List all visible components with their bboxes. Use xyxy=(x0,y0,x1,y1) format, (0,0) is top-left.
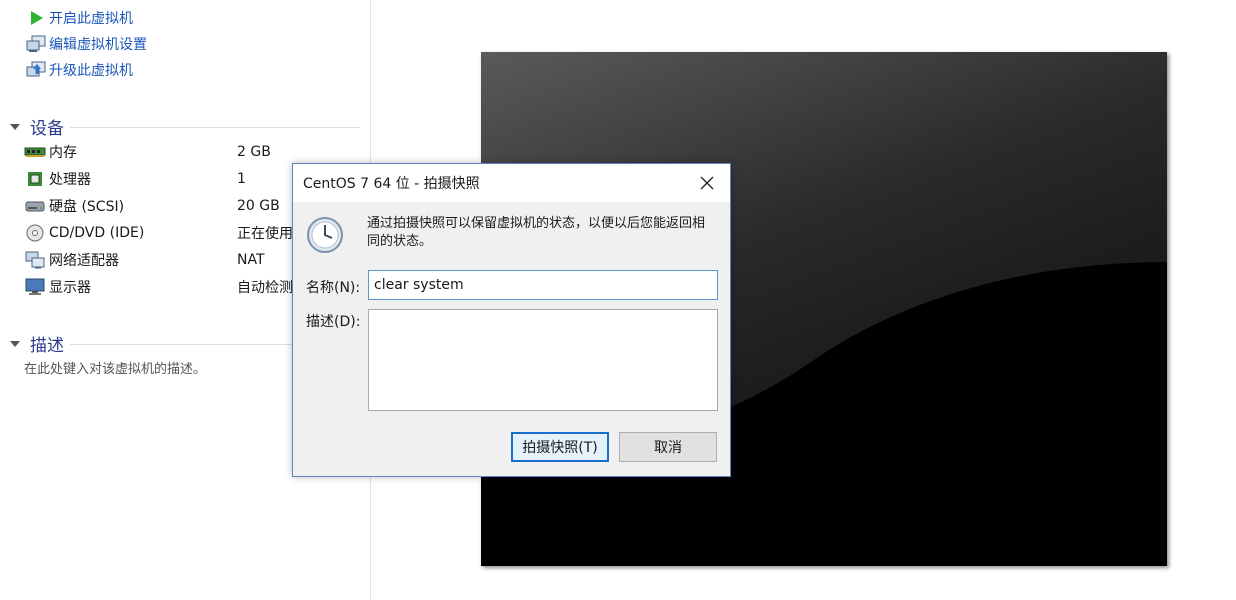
take-snapshot-dialog: CentOS 7 64 位 - 拍摄快照 通过拍摄快照可以保留虚拟机的状态，以便… xyxy=(292,163,731,477)
device-name: 内存 xyxy=(49,145,77,161)
device-row-memory[interactable]: 内存 2 GB xyxy=(24,141,369,163)
name-label: 名称(N): xyxy=(306,280,361,296)
device-name: 硬盘 (SCSI) xyxy=(49,199,125,215)
cd-dvd-icon xyxy=(24,224,46,242)
description-label: 描述(D): xyxy=(306,314,361,330)
device-name: 显示器 xyxy=(49,280,91,296)
collapse-triangle-icon[interactable] xyxy=(10,123,20,130)
snapshot-description-input[interactable] xyxy=(368,309,718,411)
power-on-vm-label: 开启此虚拟机 xyxy=(49,11,133,27)
device-value: 自动检测 xyxy=(237,280,293,296)
play-icon xyxy=(26,8,46,28)
device-value: 2 GB xyxy=(237,144,271,160)
edit-vm-settings-label: 编辑虚拟机设置 xyxy=(49,37,147,53)
section-divider xyxy=(70,127,360,128)
clock-icon xyxy=(306,216,344,258)
processor-icon xyxy=(24,170,46,188)
upgrade-vm-label: 升级此虚拟机 xyxy=(49,63,133,79)
devices-section-title: 设备 xyxy=(30,119,64,139)
description-hint[interactable]: 在此处键入对该虚拟机的描述。 xyxy=(24,358,206,377)
device-value: 正在使用 xyxy=(237,226,293,242)
device-value: 1 xyxy=(237,171,246,187)
edit-vm-settings-command[interactable]: 编辑虚拟机设置 xyxy=(26,33,147,55)
display-icon xyxy=(24,278,46,296)
close-button[interactable] xyxy=(692,168,722,198)
device-name: 网络适配器 xyxy=(49,253,119,269)
hard-disk-icon xyxy=(24,197,46,215)
description-section-title: 描述 xyxy=(30,336,64,356)
device-name: 处理器 xyxy=(49,172,91,188)
devices-section-header[interactable]: 设备 xyxy=(8,114,360,139)
dialog-title: CentOS 7 64 位 - 拍摄快照 xyxy=(303,176,480,192)
memory-icon xyxy=(24,143,46,161)
device-value: NAT xyxy=(237,252,265,268)
dialog-info-text: 通过拍摄快照可以保留虚拟机的状态，以便以后您能返回相同的状态。 xyxy=(367,216,706,249)
upgrade-vm-command[interactable]: 升级此虚拟机 xyxy=(26,59,133,81)
network-adapter-icon xyxy=(24,251,46,269)
device-value: 20 GB xyxy=(237,198,280,214)
device-name: CD/DVD (IDE) xyxy=(49,225,145,241)
close-icon xyxy=(700,176,714,190)
cancel-button[interactable]: 取消 xyxy=(619,432,717,462)
snapshot-name-input[interactable] xyxy=(368,270,718,300)
edit-settings-icon xyxy=(26,34,46,54)
power-on-vm-command[interactable]: 开启此虚拟机 xyxy=(26,7,133,29)
dialog-titlebar[interactable]: CentOS 7 64 位 - 拍摄快照 xyxy=(293,164,730,202)
collapse-triangle-icon[interactable] xyxy=(10,340,20,347)
take-snapshot-button[interactable]: 拍摄快照(T) xyxy=(511,432,609,462)
upgrade-icon xyxy=(26,60,46,80)
